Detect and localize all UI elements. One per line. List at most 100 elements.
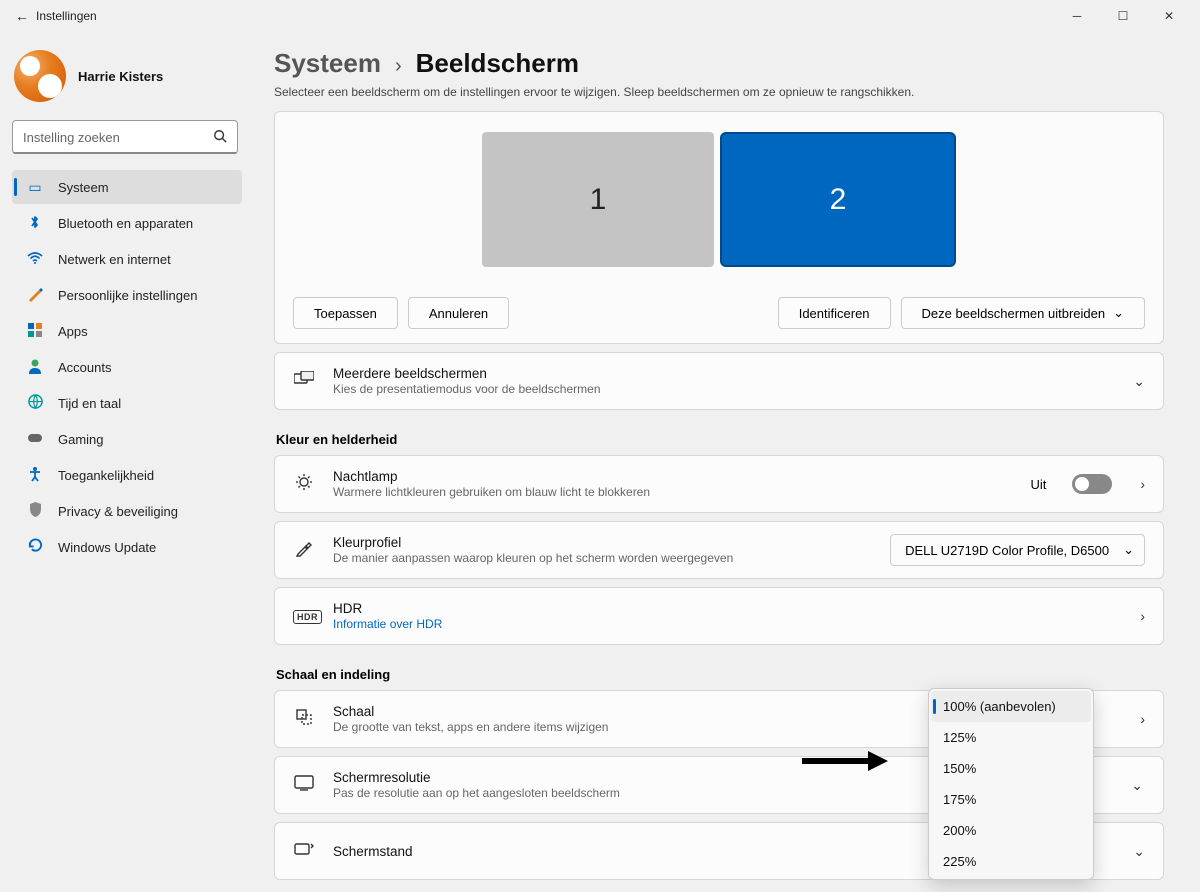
page-subtitle: Selecteer een beeldscherm om de instelli… [274,85,1164,99]
card-color-profile[interactable]: Kleurprofiel De manier aanpassen waarop … [274,521,1164,579]
accessibility-icon [26,466,44,485]
nav-list: ▭ Systeem Bluetooth en apparaten Netwerk… [12,170,242,564]
card-title: HDR [333,601,1112,616]
close-button[interactable]: ✕ [1146,0,1192,32]
breadcrumb: Systeem › Beeldscherm [274,48,1164,79]
apply-button[interactable]: Toepassen [293,297,398,329]
card-title: Schaal [333,704,944,719]
time-language-icon [26,394,44,412]
sidebar-item-tijd-taal[interactable]: Tijd en taal [12,386,242,420]
monitor-2[interactable]: 2 [720,132,956,267]
scale-option-175[interactable]: 175% [931,784,1091,815]
chevron-right-icon[interactable]: › [1140,476,1145,492]
card-subtitle: Pas de resolutie aan op het aangesloten … [333,786,923,800]
window-title: Instellingen [36,9,97,23]
sidebar-item-label: Tijd en taal [58,396,121,411]
search-input[interactable]: Instelling zoeken [12,120,238,154]
minimize-button[interactable]: ─ [1054,0,1100,32]
color-profile-dropdown[interactable]: DELL U2719D Color Profile, D6500 ⌄ [890,534,1145,566]
scale-option-150[interactable]: 150% [931,753,1091,784]
toggle-state-label: Uit [1030,477,1046,492]
scale-option-100[interactable]: 100% (aanbevolen) [931,691,1091,722]
titlebar: ← Instellingen ─ ☐ ✕ [0,0,1200,32]
cancel-button[interactable]: Annuleren [408,297,509,329]
bluetooth-icon [26,214,44,233]
sidebar-item-label: Netwerk en internet [58,252,171,267]
search-icon [213,129,227,146]
sidebar-item-toegankelijkheid[interactable]: Toegankelijkheid [12,458,242,492]
display-canvas[interactable]: 1 2 [293,132,1145,267]
card-subtitle: Kies de presentatiemodus voor de beeldsc… [333,382,1105,396]
sidebar-item-label: Bluetooth en apparaten [58,216,193,231]
dropdown-value: DELL U2719D Color Profile, D6500 [905,543,1109,558]
chevron-down-icon: ⌄ [1133,843,1145,860]
maximize-button[interactable]: ☐ [1100,0,1146,32]
nightlight-icon [293,473,315,496]
breadcrumb-parent[interactable]: Systeem [274,48,381,79]
scale-icon [293,708,315,731]
sidebar-item-label: Privacy & beveiliging [58,504,178,519]
multiple-displays-icon [293,371,315,392]
sidebar-item-label: Accounts [58,360,111,375]
scale-option-200[interactable]: 200% [931,815,1091,846]
chevron-down-icon: ⌄ [1113,305,1124,321]
sidebar: Harrie Kisters Instelling zoeken ▭ Syste… [0,32,250,892]
accounts-icon [26,358,44,377]
sidebar-item-bluetooth[interactable]: Bluetooth en apparaten [12,206,242,240]
hdr-info-link[interactable]: Informatie over HDR [333,617,1112,631]
extend-dropdown[interactable]: Deze beeldschermen uitbreiden ⌄ [901,297,1145,329]
orientation-icon [293,841,315,862]
card-title: Meerdere beeldschermen [333,366,1105,381]
chevron-right-icon[interactable]: › [1140,711,1145,727]
sidebar-item-label: Windows Update [58,540,156,555]
monitor-1[interactable]: 1 [482,132,714,267]
profile-name: Harrie Kisters [78,69,163,84]
sidebar-item-label: Gaming [58,432,104,447]
wifi-icon [26,251,44,267]
avatar [14,50,66,102]
eyedropper-icon [293,539,315,562]
nightlight-toggle[interactable] [1072,474,1112,494]
page-title: Beeldscherm [416,48,579,79]
sidebar-item-persoonlijk[interactable]: Persoonlijke instellingen [12,278,242,312]
card-subtitle: De grootte van tekst, apps en andere ite… [333,720,944,734]
hdr-icon: HDR [293,607,315,625]
sidebar-item-label: Systeem [58,180,109,195]
chevron-down-icon: ⌄ [1131,777,1143,794]
card-subtitle: De manier aanpassen waarop kleuren op he… [333,551,872,565]
scale-dropdown-menu[interactable]: 100% (aanbevolen) 125% 150% 175% 200% 22… [928,688,1094,880]
sidebar-item-label: Toegankelijkheid [58,468,154,483]
card-subtitle: Warmere lichtkleuren gebruiken om blauw … [333,485,1012,499]
sidebar-item-apps[interactable]: Apps [12,314,242,348]
sidebar-item-privacy[interactable]: Privacy & beveiliging [12,494,242,528]
apps-icon [26,323,44,340]
card-nightlight[interactable]: Nachtlamp Warmere lichtkleuren gebruiken… [274,455,1164,513]
sidebar-item-gaming[interactable]: Gaming [12,422,242,456]
sidebar-item-label: Persoonlijke instellingen [58,288,197,303]
sidebar-item-systeem[interactable]: ▭ Systeem [12,170,242,204]
sidebar-item-accounts[interactable]: Accounts [12,350,242,384]
profile[interactable]: Harrie Kisters [12,44,242,120]
identify-button[interactable]: Identificeren [778,297,891,329]
back-button[interactable]: ← [8,8,36,24]
card-multiple-displays[interactable]: Meerdere beeldschermen Kies de presentat… [274,352,1164,410]
system-icon: ▭ [26,179,44,196]
card-hdr[interactable]: HDR HDR Informatie over HDR › [274,587,1164,645]
resolution-icon [293,775,315,796]
scale-option-225[interactable]: 225% [931,846,1091,877]
search-placeholder: Instelling zoeken [23,130,213,145]
chevron-right-icon[interactable]: › [1140,608,1145,624]
chevron-down-icon: ⌄ [1133,373,1145,390]
section-scale-layout: Schaal en indeling [276,667,1164,682]
sidebar-item-windows-update[interactable]: Windows Update [12,530,242,564]
sidebar-item-label: Apps [58,324,88,339]
card-title: Schermresolutie [333,770,923,785]
sidebar-item-netwerk[interactable]: Netwerk en internet [12,242,242,276]
window-controls: ─ ☐ ✕ [1054,0,1192,32]
chevron-right-icon: › [395,55,402,78]
annotation-arrow-icon [800,750,888,772]
privacy-icon [26,502,44,520]
scale-option-125[interactable]: 125% [931,722,1091,753]
chevron-down-icon: ⌄ [1123,542,1134,558]
card-title: Kleurprofiel [333,535,872,550]
